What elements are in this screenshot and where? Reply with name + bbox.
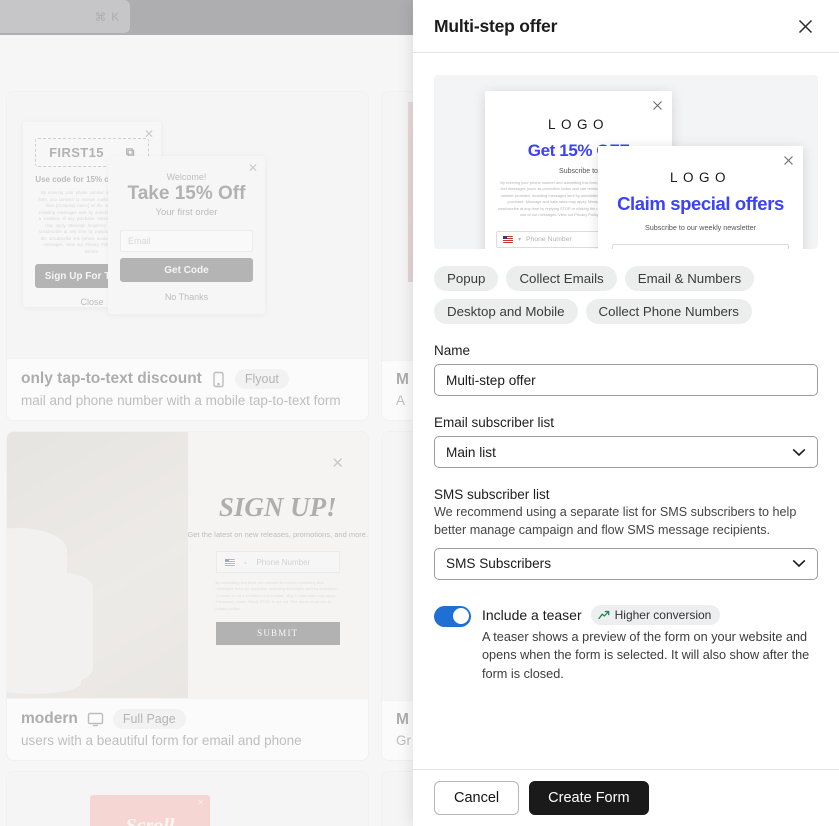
trending-up-icon: [597, 610, 610, 620]
name-field-group: Name: [434, 343, 818, 396]
template-title: M: [396, 371, 409, 388]
preview-popup-step2: LOGO Claim special offers Subscribe to o…: [598, 146, 803, 249]
email-list-value: Main list: [446, 444, 496, 460]
close-icon: [783, 153, 794, 165]
teaser-description: A teaser shows a preview of the form on …: [482, 629, 810, 681]
teaser-title-row: Include a teaser Higher conversion: [482, 604, 818, 625]
template-meta: only tap-to-text discount Flyout mail an…: [7, 358, 368, 420]
close-icon: ✕: [143, 127, 154, 141]
chevron-down-icon: [792, 448, 806, 457]
create-form-button[interactable]: Create Form: [529, 781, 649, 815]
screen: ⌘ K ✕ FIRST15 ⧉ Use code for 15% off you…: [0, 0, 839, 826]
phone-input: ⌄ Phone Number: [215, 551, 340, 573]
chevron-down-icon: [792, 559, 806, 568]
panel-footer: Cancel Create Form: [413, 769, 839, 826]
preview-phone-placeholder: Phone Number: [526, 235, 572, 243]
tag-email-and-numbers: Email & Numbers: [624, 266, 755, 291]
mini-email-input: Email: [120, 230, 253, 252]
tag-popup: Popup: [434, 266, 499, 291]
close-icon[interactable]: [792, 13, 818, 39]
panel-body: LOGO Get 15% OFF Subscribe to By enterin…: [413, 53, 839, 769]
mini-headline: Take 15% Off: [127, 183, 246, 204]
toggle-knob: [452, 608, 469, 625]
tag-desktop-and-mobile: Desktop and Mobile: [434, 299, 578, 324]
sms-list-label: SMS subscriber list: [434, 487, 550, 502]
signup-legal: By submitting this form you consent to r…: [215, 580, 338, 611]
template-title-row: only tap-to-text discount Flyout: [21, 369, 354, 389]
template-tag-list: Popup Collect Emails Email & Numbers Des…: [434, 266, 818, 324]
email-list-label: Email subscriber list: [434, 415, 555, 430]
mini-popup: ✕ Scroll: [90, 795, 210, 826]
mobile-icon: [211, 371, 226, 388]
template-card[interactable]: ✕ SIGN UP! Get the latest on new release…: [6, 431, 369, 761]
signup-headline: SIGN UP!: [218, 492, 337, 522]
signup-submit-button: SUBMIT: [215, 621, 340, 645]
badge-label: Higher conversion: [614, 607, 712, 622]
template-subtitle: mail and phone number with a mobile tap-…: [21, 393, 341, 408]
teaser-setting: Include a teaser Higher conversion A tea…: [434, 604, 818, 683]
create-form-panel: Multi-step offer LOGO Get 15% OFF Subscr…: [413, 0, 839, 826]
preview-subhead: Subscribe to our weekly newsletter: [644, 223, 757, 232]
template-card[interactable]: ✕ FIRST15 ⧉ Use code for 15% off your fi…: [6, 91, 369, 421]
name-label: Name: [434, 343, 471, 358]
template-title-row: modern Full Page: [21, 709, 354, 729]
template-type-chip: Flyout: [234, 369, 289, 389]
tag-collect-emails: Collect Emails: [506, 266, 617, 291]
template-type-chip: Full Page: [112, 709, 186, 729]
close-icon: [652, 98, 663, 110]
email-list-select[interactable]: Main list: [434, 436, 818, 468]
email-list-field-group: Email subscriber list Main list: [434, 415, 818, 468]
panel-title: Multi-step offer: [434, 15, 558, 36]
preview-email-input: Email: [612, 244, 789, 249]
global-search-input[interactable]: ⌘ K: [0, 0, 130, 33]
close-icon: ✕: [247, 161, 258, 175]
sms-list-value: SMS Subscribers: [446, 556, 552, 572]
higher-conversion-badge: Higher conversion: [590, 604, 721, 625]
sms-list-field-group: SMS subscriber list We recommend using a…: [434, 487, 818, 580]
signup-subhead: Get the latest on new releases, promotio…: [187, 530, 369, 539]
mini-popup-offer: ✕ Welcome! Take 15% Off Your first order…: [108, 156, 265, 314]
template-title: modern: [21, 710, 78, 727]
mini-eyebrow: Welcome!: [166, 172, 207, 182]
cancel-button[interactable]: Cancel: [434, 781, 520, 815]
sms-list-select[interactable]: SMS Subscribers: [434, 547, 818, 580]
us-flag-icon: [503, 235, 513, 243]
form-preview: LOGO Get 15% OFF Subscribe to By enterin…: [434, 75, 818, 249]
panel-header: Multi-step offer: [413, 0, 839, 52]
desktop-icon: [87, 712, 104, 727]
template-meta: modern Full Page users with a beautiful …: [7, 698, 368, 760]
preview-logo: LOGO: [669, 170, 731, 185]
preview-logo: LOGO: [547, 117, 609, 132]
us-flag-icon: [224, 558, 235, 566]
mini-dismiss: No Thanks: [164, 292, 209, 302]
mini-submit-button: Get Code: [120, 258, 253, 282]
close-icon: ✕: [331, 455, 344, 472]
template-subtitle: users with a beautiful form for email an…: [21, 733, 302, 748]
mini-subhead: Your first order: [155, 207, 218, 218]
template-preview: ✕ Scroll: [7, 772, 368, 826]
close-icon: ✕: [197, 798, 204, 807]
teaser-title: Include a teaser: [482, 606, 582, 623]
chevron-down-icon: ▾: [518, 236, 522, 243]
template-title: only tap-to-text discount: [21, 370, 202, 387]
sms-list-help: We recommend using a separate list for S…: [434, 505, 797, 537]
template-card[interactable]: ✕ Scroll: [6, 771, 369, 826]
include-teaser-toggle[interactable]: [434, 605, 471, 627]
search-shortcut-hint: ⌘ K: [94, 11, 120, 24]
chevron-down-icon: ⌄: [242, 559, 249, 566]
name-input[interactable]: [434, 364, 818, 396]
template-title: M: [396, 711, 409, 728]
tag-collect-phone-numbers: Collect Phone Numbers: [585, 299, 752, 324]
preview-headline: Claim special offers: [617, 193, 784, 214]
teaser-text-block: Include a teaser Higher conversion A tea…: [482, 604, 818, 683]
